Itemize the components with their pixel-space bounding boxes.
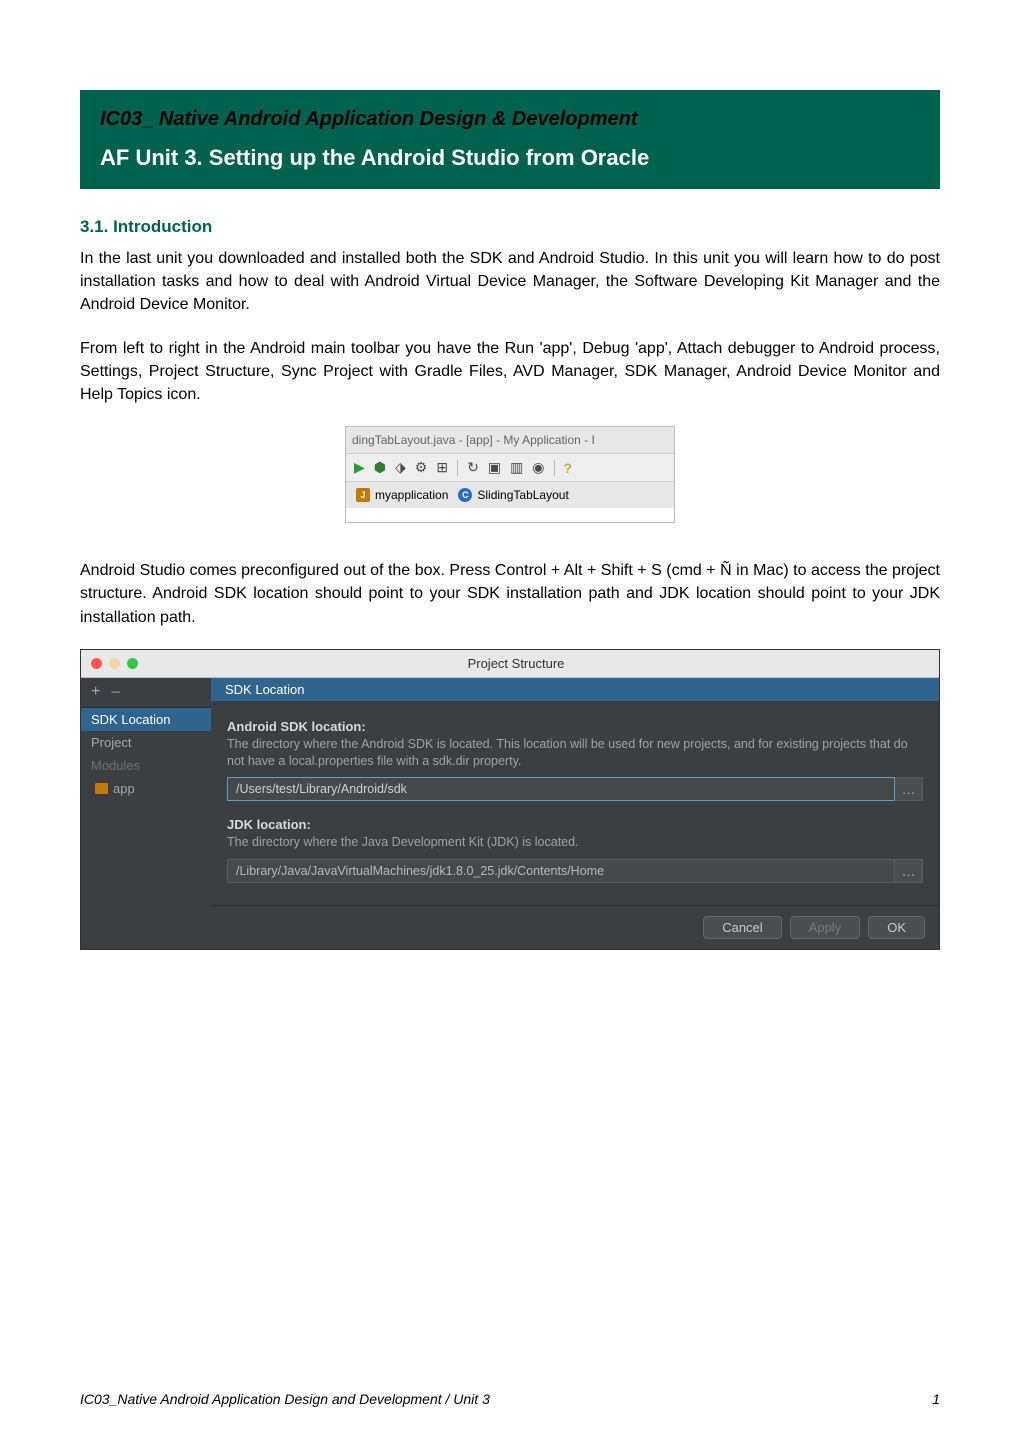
- dialog-titlebar: Project Structure: [81, 650, 939, 678]
- java-file-icon: J: [356, 488, 370, 502]
- section-heading: 3.1. Introduction: [80, 217, 940, 237]
- sdk-location-description: The directory where the Android SDK is l…: [227, 736, 923, 770]
- attach-debugger-icon[interactable]: ⬗: [395, 459, 406, 476]
- jdk-location-input[interactable]: /Library/Java/JavaVirtualMachines/jdk1.8…: [227, 859, 895, 883]
- browse-button[interactable]: …: [895, 859, 923, 883]
- separator: [457, 460, 458, 476]
- sidebar-toolbar: + −: [81, 678, 211, 708]
- sdk-manager-icon[interactable]: ▥: [510, 459, 523, 476]
- paragraph-intro-3: Android Studio comes preconfigured out o…: [80, 559, 940, 629]
- separator: [554, 460, 555, 476]
- folder-icon: [95, 783, 108, 794]
- page-footer: IC03_Native Android Application Design a…: [80, 1391, 940, 1407]
- project-structure-screenshot: Project Structure + − SDK Location Proje…: [80, 649, 940, 951]
- jdk-location-description: The directory where the Java Development…: [227, 834, 923, 851]
- sidebar-item-modules: Modules: [81, 754, 211, 777]
- class-file-icon: C: [458, 488, 472, 502]
- cancel-button[interactable]: Cancel: [703, 916, 781, 939]
- header-title: IC03_ Native Android Application Design …: [100, 108, 920, 131]
- tab-sliding-tab-layout[interactable]: C SlidingTabLayout: [458, 488, 568, 502]
- document-header: IC03_ Native Android Application Design …: [80, 90, 940, 189]
- paragraph-intro-2: From left to right in the Android main t…: [80, 337, 940, 407]
- close-window-icon[interactable]: [91, 658, 102, 669]
- tab-label: SlidingTabLayout: [477, 488, 568, 502]
- sidebar: + − SDK Location Project Modules app: [81, 678, 211, 950]
- sdk-location-label: Android SDK location:: [227, 719, 923, 734]
- add-icon[interactable]: +: [91, 683, 100, 701]
- sync-gradle-icon[interactable]: ↻: [467, 459, 479, 476]
- footer-left: IC03_Native Android Application Design a…: [80, 1391, 490, 1407]
- sidebar-item-project[interactable]: Project: [81, 731, 211, 754]
- toolbar-icon-row: ▶ ⬢ ⬗ ⚙ ⊞ ↻ ▣ ▥ ◉ ?: [346, 454, 674, 482]
- ok-button[interactable]: OK: [868, 916, 925, 939]
- avd-manager-icon[interactable]: ▣: [488, 459, 501, 476]
- dialog-title: Project Structure: [148, 656, 939, 671]
- minimize-window-icon[interactable]: [109, 658, 120, 669]
- jdk-location-label: JDK location:: [227, 817, 923, 832]
- sidebar-item-label: app: [113, 781, 135, 796]
- main-panel-header: SDK Location: [211, 678, 939, 701]
- sidebar-item-sdk-location[interactable]: SDK Location: [81, 708, 211, 731]
- device-monitor-icon[interactable]: ◉: [532, 459, 544, 476]
- help-icon[interactable]: ?: [564, 460, 573, 476]
- editor-tabs: J myapplication C SlidingTabLayout: [346, 482, 674, 508]
- tab-myapplication[interactable]: J myapplication: [356, 488, 448, 502]
- debug-icon[interactable]: ⬢: [374, 459, 386, 476]
- settings-icon[interactable]: ⚙: [415, 459, 428, 476]
- footer-page-number: 1: [932, 1391, 940, 1407]
- run-icon[interactable]: ▶: [354, 459, 365, 476]
- browse-button[interactable]: …: [895, 777, 923, 801]
- dialog-footer: Cancel Apply OK: [211, 905, 939, 949]
- sdk-location-input[interactable]: /Users/test/Library/Android/sdk: [227, 777, 895, 801]
- tab-label: myapplication: [375, 488, 448, 502]
- window-traffic-lights: [81, 658, 148, 669]
- header-subtitle: AF Unit 3. Setting up the Android Studio…: [100, 145, 920, 171]
- toolbar-screenshot: dingTabLayout.java - [app] - My Applicat…: [80, 426, 940, 523]
- remove-icon[interactable]: −: [110, 682, 121, 703]
- project-structure-icon[interactable]: ⊞: [436, 459, 448, 476]
- sidebar-item-app[interactable]: app: [81, 777, 211, 800]
- toolbar-window-title: dingTabLayout.java - [app] - My Applicat…: [346, 427, 674, 454]
- apply-button[interactable]: Apply: [790, 916, 861, 939]
- paragraph-intro-1: In the last unit you downloaded and inst…: [80, 247, 940, 317]
- maximize-window-icon[interactable]: [127, 658, 138, 669]
- main-panel: SDK Location Android SDK location: The d…: [211, 678, 939, 950]
